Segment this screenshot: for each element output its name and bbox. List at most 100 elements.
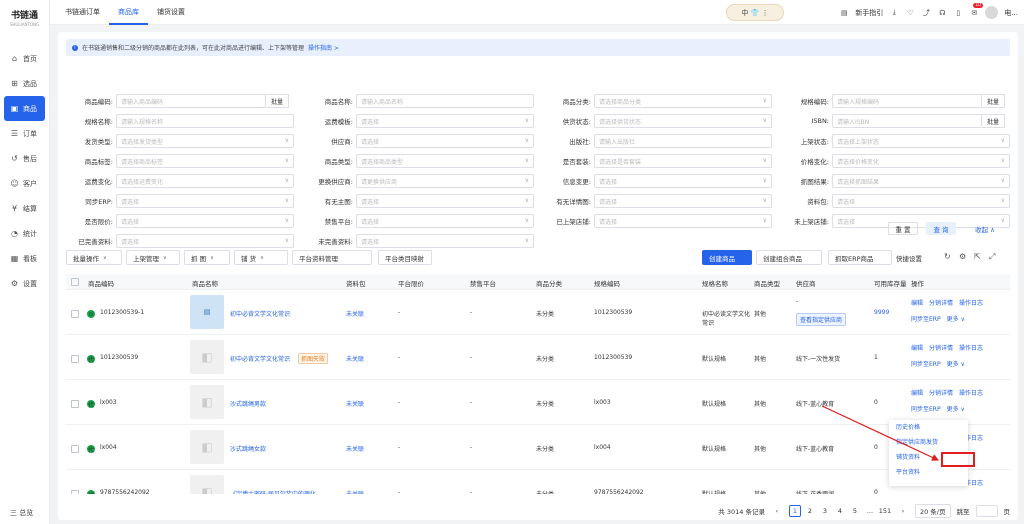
row-checkbox[interactable] [71, 310, 79, 318]
page-number[interactable]: ... [864, 505, 876, 517]
batch-button[interactable]: 批量 [266, 94, 290, 108]
more-button[interactable]: 更多 ∨ [947, 361, 965, 368]
overview-button[interactable]: 三 总览 [10, 508, 33, 518]
filter-select[interactable]: 请选择 ∨ [356, 134, 534, 148]
filter-select[interactable]: 请选择 ∨ [832, 194, 1010, 208]
edit-button[interactable]: 编辑 [911, 390, 923, 397]
toolbar-right-button[interactable]: 创建组合商品 [756, 250, 822, 265]
page-number[interactable]: 4 [834, 505, 846, 517]
page-number[interactable]: 2 [804, 505, 816, 517]
view-supplier-button[interactable]: 查看指定供应商 [796, 313, 847, 326]
reset-button[interactable]: 重 置 [888, 222, 918, 235]
sidebar-item-settle[interactable]: ¥ 结算 [0, 196, 49, 221]
fullscreen-icon[interactable]: ⤢ [989, 252, 995, 262]
filter-select[interactable]: 请选择运费变化 ∨ [116, 174, 294, 188]
filter-select[interactable]: 请选择 ∨ [116, 194, 294, 208]
filter-select[interactable]: 请选择商品类型 ∨ [356, 154, 534, 168]
more-menu-item[interactable]: 指定供应商发货 [889, 435, 968, 450]
share-icon[interactable]: ⤴ [921, 8, 931, 18]
sidebar-item-order[interactable]: ☰ 订单 [0, 121, 49, 146]
edit-button[interactable]: 编辑 [911, 300, 923, 307]
filter-select[interactable]: 请选择供货状态 ∨ [594, 114, 772, 128]
filter-select[interactable]: 请选择是否套装 ∨ [594, 154, 772, 168]
filter-select[interactable]: 请选择抓图结果 ∨ [832, 174, 1010, 188]
sidebar-item-after-sale[interactable]: ↺ 售后 [0, 146, 49, 171]
log-button[interactable]: 操作日志 [959, 390, 983, 397]
filter-input[interactable]: 请输入规格名称 [116, 114, 294, 128]
avatar[interactable] [985, 6, 999, 19]
sidebar-item-settings[interactable]: ⚙ 设置 [0, 271, 49, 296]
filter-select[interactable]: 请选择 ∨ [356, 194, 534, 208]
sidebar-item-select[interactable]: ⊞ 选品 [0, 71, 49, 96]
filter-select[interactable]: 请选择上架状态 ∨ [832, 134, 1010, 148]
batch-button[interactable]: 批量 [982, 94, 1006, 108]
page-number[interactable]: 1 [788, 505, 801, 517]
pack-link[interactable]: 未关联 [346, 354, 364, 363]
pack-link[interactable]: 未关联 [346, 309, 364, 318]
toolbar-button[interactable]: 抓 图 ∨ [184, 250, 230, 265]
filter-select[interactable]: 请选择 ∨ [116, 234, 294, 248]
more-button[interactable]: 更多 ∨ [947, 316, 965, 323]
filter-select[interactable]: 请选择 ∨ [594, 174, 772, 188]
filter-select[interactable]: 请选择商品分类 ∨ [594, 94, 772, 108]
user-name[interactable]: 电... [1004, 8, 1018, 18]
language-switch[interactable]: 中 👕 ⋮ [726, 4, 784, 21]
sidebar-item-stats[interactable]: ◔ 统计 [0, 221, 49, 246]
gear-icon[interactable]: ⚙ [959, 252, 966, 261]
filter-select[interactable]: 请选择发货类型 ∨ [116, 134, 294, 148]
bell-icon[interactable]: ✉ 10 [969, 2, 984, 17]
collapse-button[interactable]: 收起 ∧ [968, 222, 1002, 235]
pack-link[interactable]: 未关联 [346, 399, 364, 408]
filter-input[interactable]: 请输入商品编码 [116, 94, 266, 108]
row-checkbox[interactable] [71, 490, 79, 494]
log-button[interactable]: 操作日志 [959, 300, 983, 307]
filter-select[interactable]: 请选择 ∨ [116, 214, 294, 228]
query-button[interactable]: 查 询 [926, 222, 956, 235]
filter-input[interactable]: 请输入出版社 [594, 134, 772, 148]
tab-goods-library[interactable]: 商品库 [109, 0, 148, 25]
guide-link[interactable]: 新手指引 [855, 8, 883, 18]
sync-erp-button[interactable]: 同步至ERP [911, 316, 941, 323]
sidebar-item-home[interactable]: ⌂ 首页 [0, 46, 49, 71]
filter-select[interactable]: 请选择 ∨ [356, 234, 534, 248]
filter-select[interactable]: 请选择商品标签 ∨ [116, 154, 294, 168]
filter-select[interactable]: 请选择 ∨ [356, 114, 534, 128]
product-name[interactable]: 沙式跳绳男款 [230, 399, 266, 408]
toolbar-button[interactable]: 平台资料管理 [292, 250, 372, 265]
toolbar-right-button[interactable]: 抓取ERP商品 [828, 250, 892, 265]
export-icon[interactable]: ⇱ [974, 252, 981, 261]
jump-input[interactable] [975, 505, 998, 517]
download-icon[interactable]: ⤓ [889, 8, 899, 17]
page-number[interactable]: 151 [879, 505, 891, 517]
filter-input[interactable]: 请输入ISBN [832, 114, 982, 128]
filter-input[interactable]: 请输入规格编码 [832, 94, 982, 108]
sync-erp-button[interactable]: 同步至ERP [911, 406, 941, 413]
headset-icon[interactable]: ☊ [937, 9, 947, 17]
filter-input[interactable]: 请输入商品名称 [356, 94, 534, 108]
product-name[interactable]: 《宇博士密码·居贝尔奖中的理化... [230, 489, 322, 494]
pack-link[interactable]: 未关联 [346, 489, 364, 494]
page-number[interactable]: 5 [849, 505, 861, 517]
pack-link[interactable]: 未关联 [346, 444, 364, 453]
row-checkbox[interactable] [71, 400, 79, 408]
product-name[interactable]: 沙式跳绳女款 [230, 444, 266, 453]
product-name[interactable]: 初中必背文学文化常识 [230, 309, 290, 318]
edit-button[interactable]: 编辑 [911, 345, 923, 352]
more-menu-item[interactable]: 历史价格 [889, 420, 968, 435]
product-name[interactable]: 初中必背文学文化常识 [230, 354, 290, 363]
phone-icon[interactable]: ▯ [953, 9, 963, 17]
sync-erp-button[interactable]: 同步至ERP [911, 361, 941, 368]
toolbar-button[interactable]: 铺 货 ∨ [234, 250, 288, 265]
log-button[interactable]: 操作日志 [959, 345, 983, 352]
filter-select[interactable]: 请选择 ∨ [594, 214, 772, 228]
guide-link[interactable]: 操作指南 > [308, 43, 339, 52]
more-button[interactable]: 更多 ∨ [947, 406, 965, 413]
toolbar-right-button[interactable]: 创建商品 [702, 250, 752, 265]
detail-button[interactable]: 分销详情 [929, 345, 953, 352]
tab-distribution-settings[interactable]: 铺货设置 [148, 0, 194, 25]
quick-settings[interactable]: 快捷设置 [896, 253, 922, 263]
filter-select[interactable]: 请选择 ∨ [594, 194, 772, 208]
refresh-icon[interactable]: ↻ [944, 252, 951, 261]
batch-button[interactable]: 批量 [982, 114, 1006, 128]
filter-select[interactable]: 请选择 ∨ [356, 214, 534, 228]
